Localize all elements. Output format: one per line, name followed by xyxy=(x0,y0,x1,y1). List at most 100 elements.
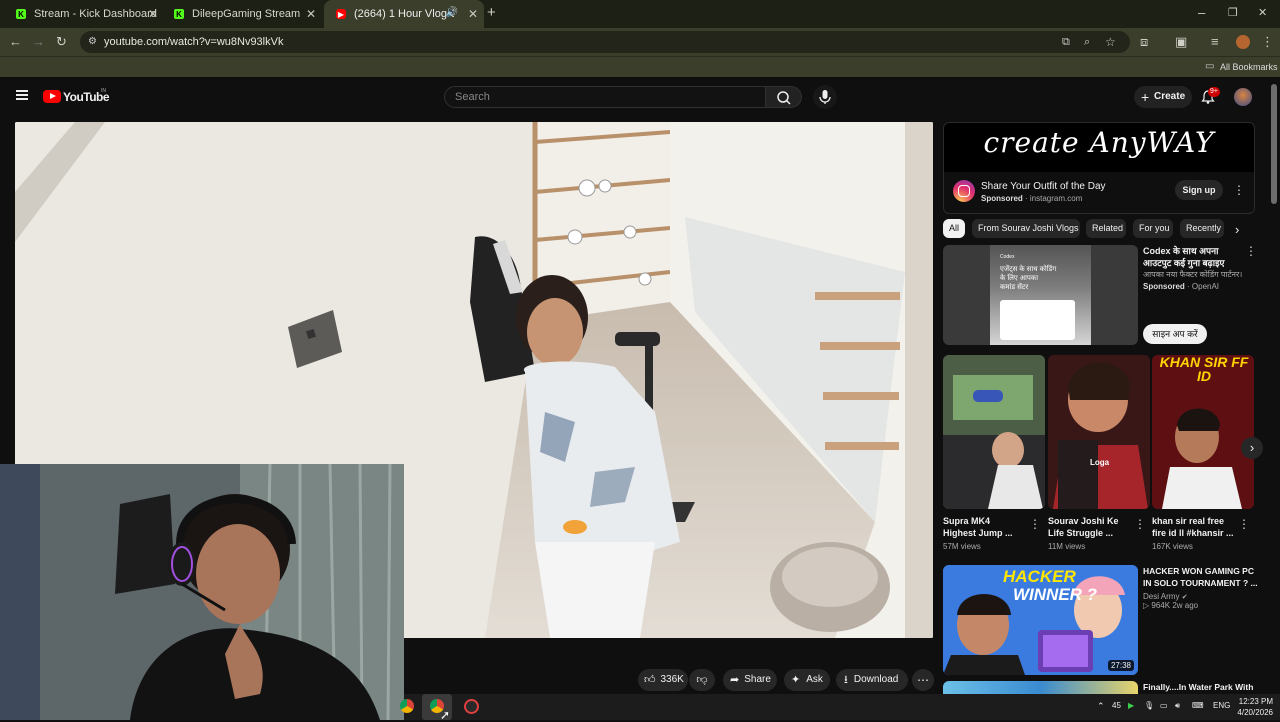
tray-overflow-icon[interactable]: ⌃ xyxy=(1097,701,1105,712)
tray-mic-icon[interactable]: 🎙︎ xyxy=(1144,701,1154,710)
ad-banner[interactable]: create AnyWAY xyxy=(943,122,1255,172)
chip-for-you[interactable]: For you xyxy=(1133,219,1173,238)
new-tab-icon[interactable]: + xyxy=(487,5,496,20)
chip-all[interactable]: All xyxy=(943,219,965,238)
tray-network-icon[interactable]: ▭ xyxy=(1160,701,1168,710)
short-info[interactable]: Supra MK4 Highest Jump ... 57M views xyxy=(943,515,1023,551)
tray-play-icon[interactable]: ▶ xyxy=(1128,701,1134,710)
search-input[interactable]: Search xyxy=(444,86,766,108)
chip-from-channel[interactable]: From Sourav Joshi Vlogs xyxy=(972,219,1080,238)
close-tab-icon[interactable]: ✕ xyxy=(468,7,478,21)
short-thumbnail-khan-sir[interactable]: KHAN SIR FF ID xyxy=(1152,355,1254,509)
page-scrollbar[interactable] xyxy=(1271,84,1277,204)
search-button[interactable] xyxy=(766,86,802,108)
short-views: 57M views xyxy=(943,542,981,551)
profile-avatar[interactable] xyxy=(1236,35,1250,49)
extensions-icon[interactable]: ⧈ xyxy=(1140,35,1148,49)
ad-more-icon[interactable]: ⋮ xyxy=(1233,183,1245,197)
chevron-right-icon: › xyxy=(1249,440,1255,455)
play-small-icon: ▷ xyxy=(1143,601,1150,610)
shorts-next-button[interactable]: › xyxy=(1241,437,1263,459)
short-title: khan sir real free fire id ll #khansir .… xyxy=(1152,516,1234,538)
short-more-icon[interactable]: ⋮ xyxy=(1238,517,1250,531)
short-info[interactable]: Sourav Joshi Ke Life Struggle ... 11M vi… xyxy=(1048,515,1128,551)
download-button[interactable]: ⭳ Download xyxy=(836,669,908,691)
ad-title[interactable]: Share Your Outfit of the Day xyxy=(981,181,1106,192)
short-thumb-text: KHAN SIR FF ID xyxy=(1159,355,1249,384)
browser-tab-youtube[interactable]: ▶ (2664) 1 Hour Vlog Challeng 🔊 ✕ xyxy=(324,0,484,28)
share-arrow-icon: ➦ xyxy=(730,674,740,686)
install-app-icon[interactable]: ⧉ xyxy=(1062,31,1070,53)
short-thumbnail-sourav[interactable]: Loga xyxy=(1048,355,1150,509)
dislike-button[interactable]: 👎︎ xyxy=(689,669,715,691)
download-label: Download xyxy=(853,674,899,685)
share-button[interactable]: ➦ Share xyxy=(723,669,777,691)
chevron-right-icon[interactable]: › xyxy=(1235,222,1239,237)
site-info-icon[interactable]: ⚙ xyxy=(88,31,97,53)
codex-ad-info[interactable]: Codex के साथ अपना आउटपुट कई गुना बढ़ाइए … xyxy=(1143,245,1242,293)
tray-clock[interactable]: 12:23 PM 4/20/2026 xyxy=(1235,696,1273,718)
short-info[interactable]: khan sir real free fire id ll #khansir .… xyxy=(1152,515,1234,551)
short-thumb-text: Loga xyxy=(1090,458,1110,467)
tray-volume-icon[interactable]: 🔊︎ xyxy=(1175,701,1180,711)
close-tab-icon[interactable]: ✕ xyxy=(306,7,316,21)
side-panel-icon[interactable]: ▣ xyxy=(1175,35,1187,49)
channel-name[interactable]: Desi Army xyxy=(1143,592,1179,601)
tray-temperature[interactable]: 45 xyxy=(1112,701,1121,710)
url-text: youtube.com/watch?v=wu8Nv93lkVk xyxy=(104,36,284,48)
ad-banner-text: create AnyWAY xyxy=(983,126,1215,159)
like-button[interactable]: 👍︎ 336K xyxy=(638,669,688,691)
short-more-icon[interactable]: ⋮ xyxy=(1134,517,1146,531)
more-horizontal-icon: ⋯ xyxy=(917,673,929,687)
speaker-icon[interactable]: 🔊 xyxy=(446,7,458,18)
browser-tab-kick-dashboard[interactable]: K Stream - Kick Dashboard ✕ xyxy=(4,0,164,28)
hamburger-menu-icon[interactable] xyxy=(16,90,28,100)
share-label: Share xyxy=(744,674,771,685)
ask-button[interactable]: ✦ Ask xyxy=(784,669,830,691)
sponsored-ad-card[interactable]: create AnyWAY Share Your Outfit of the D… xyxy=(943,122,1255,214)
youtube-logo-icon[interactable] xyxy=(43,90,61,103)
verified-icon: ✔ xyxy=(1181,594,1188,601)
bookmark-star-icon[interactable]: ☆ xyxy=(1105,31,1116,53)
chrome-taskbar-icon[interactable] xyxy=(400,699,414,713)
video-thumbnail-hacker[interactable]: HACKER WINNER ? 27:38 xyxy=(943,565,1138,675)
media-controls-icon[interactable]: ≡ xyxy=(1211,35,1219,49)
chip-recently-uploaded[interactable]: Recently u xyxy=(1180,219,1224,238)
close-tab-icon[interactable]: ✕ xyxy=(148,7,158,21)
forward-icon[interactable]: → xyxy=(32,35,45,49)
codex-ad-thumbnail[interactable]: Codex एजेंट्स के साथ कोडिंग के लिए आपका … xyxy=(943,245,1138,345)
browser-menu-icon[interactable]: ⋮ xyxy=(1261,35,1274,49)
video-info[interactable]: Finally....In Water Park With xyxy=(1143,681,1258,693)
chip-related[interactable]: Related xyxy=(1086,219,1126,238)
codex-more-icon[interactable]: ⋮ xyxy=(1245,244,1257,258)
restore-icon[interactable]: ❐ xyxy=(1228,6,1238,20)
ad-signup-button[interactable]: Sign up xyxy=(1175,180,1223,200)
short-more-icon[interactable]: ⋮ xyxy=(1029,517,1041,531)
codex-thumb-brand: Codex xyxy=(1000,254,1015,260)
minimize-icon[interactable]: – xyxy=(1198,6,1205,20)
tray-keyboard-icon[interactable]: ⌨ xyxy=(1192,701,1204,710)
tray-language[interactable]: ENG xyxy=(1213,701,1230,710)
video-info[interactable]: HACKER WON GAMING PC IN SOLO TOURNAMENT … xyxy=(1143,565,1258,610)
reload-icon[interactable]: ↻ xyxy=(56,35,67,49)
channel-line: Desi Army ✔ xyxy=(1143,592,1258,601)
close-window-icon[interactable]: ✕ xyxy=(1258,6,1267,20)
ad-domain: instagram.com xyxy=(1029,194,1083,203)
youtube-icon: ▶ xyxy=(336,9,346,19)
more-actions-button[interactable]: ⋯ xyxy=(912,669,934,691)
zoom-icon[interactable]: ⌕ xyxy=(1084,31,1090,53)
address-bar[interactable]: ⚙ youtube.com/watch?v=wu8Nv93lkVk ⧉ ⌕ ☆ xyxy=(80,31,1130,53)
thumbs-down-icon: 👎︎ xyxy=(696,674,708,686)
browser-tab-dileep-stream[interactable]: K DileepGaming Stream - Watch L ✕ xyxy=(162,0,322,28)
back-icon[interactable]: ← xyxy=(9,35,22,49)
codex-signup-button[interactable]: साइन अप करें xyxy=(1143,324,1207,344)
short-thumbnail-supra[interactable] xyxy=(943,355,1045,509)
notification-badge: 9+ xyxy=(1208,87,1220,97)
obs-icon[interactable] xyxy=(464,699,479,714)
video-thumb-text: WINNER ? xyxy=(1013,585,1098,604)
account-avatar[interactable] xyxy=(1234,88,1252,106)
video-thumbnail-water-park[interactable] xyxy=(943,681,1138,694)
create-button[interactable]: + Create xyxy=(1134,86,1192,108)
all-bookmarks-link[interactable]: All Bookmarks xyxy=(1220,62,1278,72)
voice-search-button[interactable] xyxy=(813,85,837,109)
